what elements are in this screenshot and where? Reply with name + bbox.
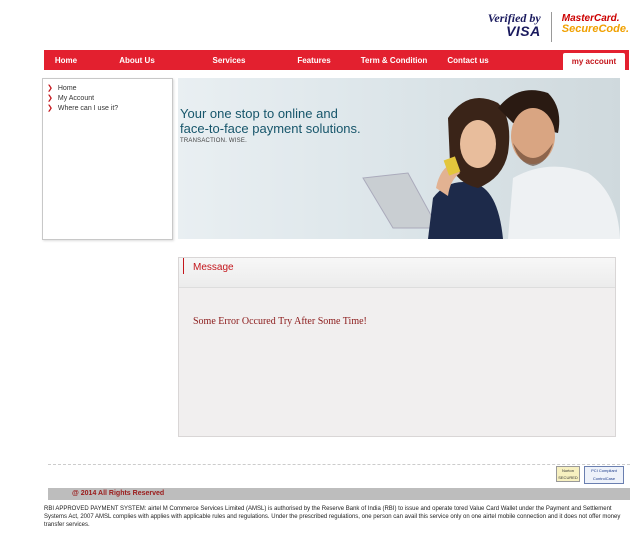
verified-by-visa-logo: Verified by VISA (488, 12, 541, 38)
badge-divider (550, 12, 552, 42)
sidebar-item-home[interactable]: ❯ Home (47, 83, 168, 93)
banner-headline-2: face-to-face payment solutions. (180, 121, 361, 136)
main-nav: Home About Us Services Features Term & C… (44, 50, 629, 70)
chevron-right-icon: ❯ (47, 105, 53, 112)
sidebar-item-label: Where can I use it? (57, 104, 119, 112)
message-title: Message (193, 262, 234, 273)
copyright-text: @ 2014 All Rights Reserved (72, 490, 165, 497)
header-accent-line (183, 258, 184, 274)
sidebar-menu: ❯ Home ❯ My Account ❯ Where can I use it… (42, 78, 173, 240)
promo-banner: Your one stop to online and face-to-face… (178, 78, 620, 239)
vbv-line2: VISA (506, 23, 541, 39)
sidebar-item-label: Home (57, 84, 77, 92)
chevron-right-icon: ❯ (47, 95, 53, 102)
pci-seal-line1: PCI Compliant (591, 468, 617, 473)
nav-home[interactable]: Home (44, 56, 88, 65)
banner-tagline: TRANSACTION. WISE. (180, 138, 247, 144)
my-account-tab[interactable]: my account (563, 53, 625, 70)
chevron-right-icon: ❯ (47, 85, 53, 92)
rbi-disclaimer: RBI APPROVED PAYMENT SYSTEM: airtel M Co… (44, 506, 621, 528)
pci-seal-line2: ControlCase (592, 476, 616, 481)
pci-compliant-seal[interactable]: PCI Compliant ControlCase (584, 466, 624, 484)
nav-term-condition[interactable]: Term & Condition (354, 56, 434, 65)
norton-seal[interactable]: Norton SECURED (556, 466, 580, 482)
trust-seals: Norton SECURED PCI Compliant ControlCase (556, 466, 624, 484)
nav-services[interactable]: Services (184, 56, 274, 65)
banner-headline-1: Your one stop to online and (180, 106, 338, 121)
nav-about-us[interactable]: About Us (96, 56, 178, 65)
couple-photo-illustration (362, 90, 620, 239)
nav-features[interactable]: Features (278, 56, 350, 65)
nav-contact-us[interactable]: Contact us (438, 56, 498, 65)
error-message: Some Error Occured Try After Some Time! (193, 316, 367, 327)
message-header: Message (179, 258, 615, 288)
message-panel: Message Some Error Occured Try After Som… (178, 257, 616, 437)
mastercard-securecode-logo: MasterCard. SecureCode. (562, 12, 629, 35)
copyright-bar: @ 2014 All Rights Reserved (48, 488, 630, 500)
security-badges: Verified by VISA MasterCard. SecureCode. (488, 12, 629, 42)
sidebar-item-where-can-i-use-it[interactable]: ❯ Where can I use it? (47, 103, 168, 113)
footer-divider (48, 464, 630, 465)
norton-seal-text: Norton SECURED (558, 468, 578, 480)
mc-line2: SecureCode. (561, 23, 629, 35)
sidebar-item-label: My Account (57, 94, 95, 102)
sidebar-item-my-account[interactable]: ❯ My Account (47, 93, 168, 103)
